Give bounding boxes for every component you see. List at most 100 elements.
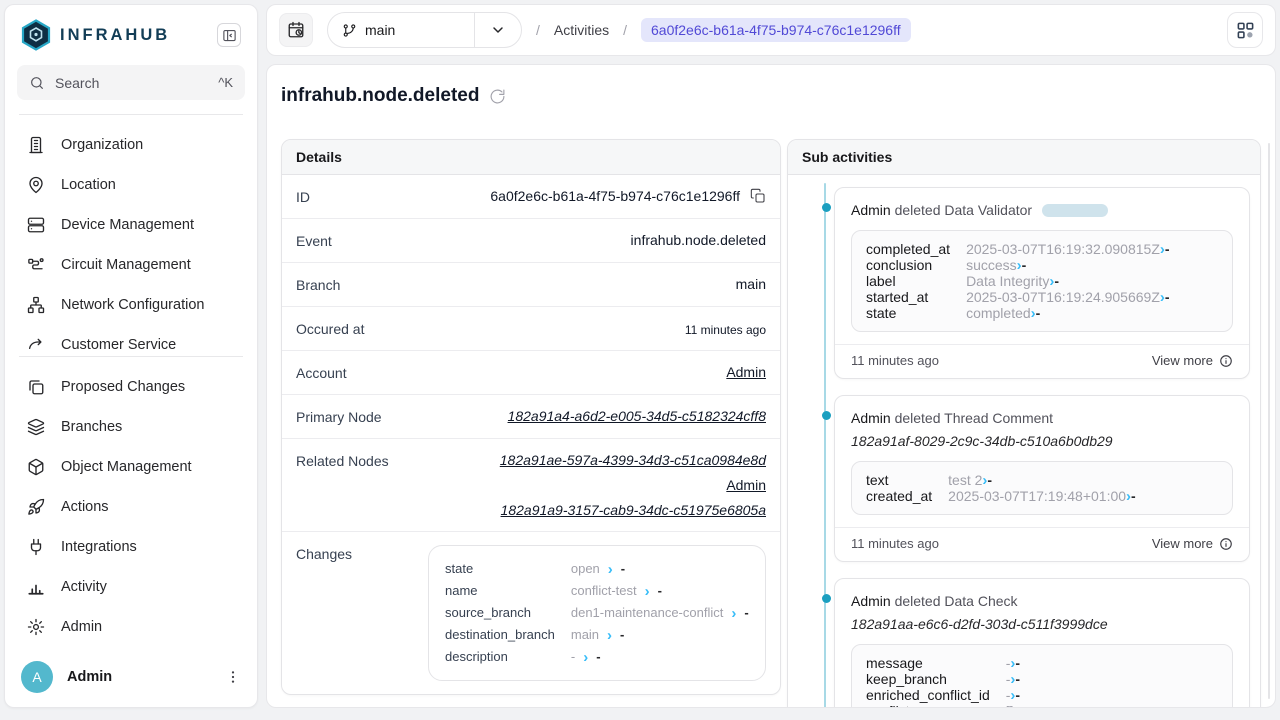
proposed-changes-icon — [27, 378, 45, 396]
collapse-sidebar-button[interactable] — [217, 23, 241, 47]
app-logo: INFRAHUB — [21, 19, 170, 51]
user-name: Admin — [67, 669, 112, 685]
sidebar: INFRAHUB Search ^K Organization — [4, 4, 258, 708]
related-node-link[interactable]: Admin — [726, 477, 766, 493]
chevron-right-icon: › — [583, 650, 588, 665]
sidebar-item-network-configuration[interactable]: Network Configuration — [17, 285, 245, 325]
details-row-related-nodes: Related Nodes 182a91ae-597a-4399-34d3-c5… — [282, 439, 780, 532]
sidebar-user[interactable]: A Admin — [17, 655, 245, 695]
details-row-changes: Changes state open›- name conflict-test›… — [282, 532, 780, 694]
layers-icon — [27, 418, 45, 436]
details-header: Details — [282, 140, 780, 175]
chevron-down-icon — [490, 22, 506, 38]
chevron-right-icon: › — [645, 584, 650, 599]
sidebar-nav-secondary: Proposed Changes Branches Object Managem… — [17, 357, 245, 655]
timeline-dot — [822, 594, 831, 603]
search-icon — [29, 75, 45, 91]
details-row-account: Account Admin — [282, 351, 780, 395]
kebab-icon — [225, 669, 241, 685]
timestamp: 11 minutes ago — [851, 536, 939, 551]
breadcrumb-current-id[interactable]: 6a0f2e6c-b61a-4f75-b974-c76c1e1296ff — [641, 18, 911, 42]
sidebar-item-label: Network Configuration — [61, 297, 204, 313]
panel-collapse-icon — [222, 28, 237, 43]
user-menu-button[interactable] — [225, 669, 241, 685]
branch-selector-toggle[interactable] — [475, 22, 521, 38]
related-node-link[interactable]: 182a91a9-3157-cab9-34dc-c51975e6805a — [501, 502, 766, 518]
related-node-link[interactable]: 182a91ae-597a-4399-34d3-c51ca0984e8d — [500, 452, 766, 468]
change-key: destination_branch — [445, 624, 555, 646]
sidebar-item-integrations[interactable]: Integrations — [17, 527, 245, 567]
rocket-icon — [27, 498, 45, 516]
sidebar-item-organization[interactable]: Organization — [17, 125, 245, 165]
account-link[interactable]: Admin — [726, 364, 766, 380]
app-root: INFRAHUB Search ^K Organization — [0, 0, 1280, 712]
branch-selector-value: main — [328, 22, 474, 38]
sidebar-item-activity[interactable]: Activity — [17, 567, 245, 607]
sidebar-item-location[interactable]: Location — [17, 165, 245, 205]
info-icon — [1219, 354, 1233, 368]
copy-icon — [750, 188, 766, 204]
sidebar-item-label: Organization — [61, 137, 143, 153]
view-more-button[interactable]: View more — [1152, 536, 1233, 551]
content-scrollbar[interactable] — [1268, 143, 1270, 699]
sidebar-item-proposed-changes[interactable]: Proposed Changes — [17, 367, 245, 407]
avatar: A — [21, 661, 53, 693]
timeline-line — [824, 183, 826, 708]
building-icon — [27, 136, 45, 154]
sidebar-item-object-management[interactable]: Object Management — [17, 447, 245, 487]
workflow-icon — [1236, 21, 1255, 40]
circuit-icon — [27, 256, 45, 274]
sidebar-item-device-management[interactable]: Device Management — [17, 205, 245, 245]
calendar-clock-icon — [287, 21, 305, 39]
sub-activities-timeline: Admin deleted Data Validator completed_a… — [788, 175, 1260, 708]
details-row-event: Event infrahub.node.deleted — [282, 219, 780, 263]
sub-activity-footer: 11 minutes ago View more — [835, 344, 1249, 378]
time-travel-button[interactable] — [279, 13, 313, 47]
sidebar-item-label: Customer Service — [61, 337, 176, 353]
object-id: 182a91af-8029-2c9c-34db-c510a6b0db29 — [851, 433, 1233, 449]
sidebar-item-label: Actions — [61, 499, 109, 515]
breadcrumb-activities[interactable]: Activities — [554, 22, 609, 38]
sidebar-item-branches[interactable]: Branches — [17, 407, 245, 447]
app-logo-text: INFRAHUB — [60, 26, 170, 45]
timestamp: 11 minutes ago — [851, 353, 939, 368]
sidebar-header: INFRAHUB — [17, 19, 245, 65]
row-label: ID — [296, 188, 310, 205]
plug-icon — [27, 538, 45, 556]
sidebar-item-label: Location — [61, 177, 116, 193]
chevron-right-icon: › — [731, 606, 736, 621]
map-pin-icon — [27, 176, 45, 194]
workflow-panel-button[interactable] — [1227, 12, 1263, 48]
sidebar-item-actions[interactable]: Actions — [17, 487, 245, 527]
sidebar-item-customer-service[interactable]: Customer Service — [17, 325, 245, 356]
details-row-id: ID 6a0f2e6c-b61a-4f75-b974-c76c1e1296ff — [282, 175, 780, 219]
sidebar-item-label: Branches — [61, 419, 122, 435]
sidebar-item-label: Integrations — [61, 539, 137, 555]
breadcrumb-separator: / — [536, 22, 540, 38]
details-row-occured-at: Occured at 11 minutes ago — [282, 307, 780, 351]
sub-activity-title: Admin deleted Thread Comment — [851, 410, 1233, 426]
sub-activity-card: Admin deleted Data Check 182a91aa-e6c6-d… — [834, 578, 1250, 708]
branch-selector[interactable]: main — [327, 12, 522, 48]
view-more-button[interactable]: View more — [1152, 353, 1233, 368]
row-label: Event — [296, 232, 332, 249]
refresh-button[interactable] — [489, 88, 506, 105]
info-icon — [1219, 537, 1233, 551]
sidebar-item-circuit-management[interactable]: Circuit Management — [17, 245, 245, 285]
search-placeholder: Search — [55, 75, 99, 91]
main-area: main / Activities / 6a0f2e6c-b61a-4f75-b… — [266, 4, 1276, 708]
action-text: deleted Data Validator — [895, 202, 1033, 218]
changes-box: state open›- name conflict-test›- source… — [428, 545, 766, 681]
primary-node-link[interactable]: 182a91a4-a6d2-e005-34d5-c5182324cff8 — [508, 408, 766, 424]
timeline-dot — [822, 411, 831, 420]
chevron-right-icon: › — [607, 628, 612, 643]
sidebar-item-label: Circuit Management — [61, 257, 191, 273]
row-label: Account — [296, 364, 347, 381]
copy-id-button[interactable] — [750, 188, 766, 204]
sidebar-item-admin[interactable]: Admin — [17, 607, 245, 647]
event-value: infrahub.node.deleted — [631, 232, 766, 248]
network-icon — [27, 296, 45, 314]
search-input[interactable]: Search ^K — [17, 65, 245, 100]
page-title-row: infrahub.node.deleted — [281, 85, 1261, 107]
sidebar-item-label: Proposed Changes — [61, 379, 185, 395]
